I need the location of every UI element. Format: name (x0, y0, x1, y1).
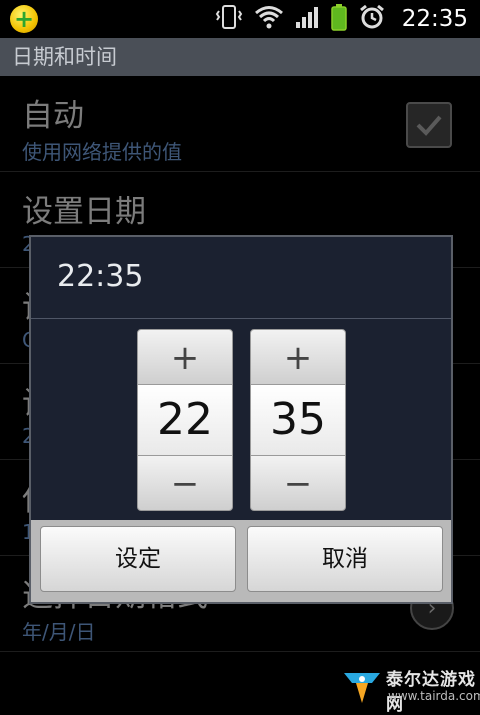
dialog-footer: 设定 取消 (31, 520, 451, 602)
alarm-icon (358, 3, 386, 35)
cancel-button[interactable]: 取消 (247, 526, 443, 592)
signal-icon (294, 4, 320, 34)
status-icons: 22:35 (214, 4, 468, 34)
time-picker-dialog: 22:35 + 22 − + 35 − 设定 取消 (29, 235, 453, 604)
vibrate-icon (214, 4, 244, 34)
checkmark-icon (416, 115, 442, 136)
list-item-title: 设置日期 (22, 194, 146, 230)
list-item-title: 自动 (22, 98, 84, 134)
list-item-auto[interactable]: 自动 使用网络提供的值 (0, 76, 480, 172)
watermark-logo-icon (344, 673, 380, 703)
hour-decrement-button[interactable]: − (137, 455, 233, 511)
minute-increment-button[interactable]: + (250, 329, 346, 385)
watermark: 泰尔达游戏网 www.tairda.com (342, 665, 480, 715)
set-button[interactable]: 设定 (40, 526, 236, 592)
battery-icon (330, 3, 348, 35)
wifi-icon (254, 4, 284, 34)
app-notification-icon[interactable]: + (10, 5, 38, 33)
status-time: 22:35 (401, 6, 468, 32)
watermark-url: www.tairda.com (388, 689, 480, 703)
auto-checkbox[interactable] (406, 102, 452, 148)
minute-picker: + 35 − (250, 329, 346, 511)
screen-title: 日期和时间 (0, 38, 480, 76)
status-bar: + 22:35 (0, 0, 480, 38)
list-item-subtitle: 年/月/日 (22, 620, 96, 644)
minute-value[interactable]: 35 (250, 385, 346, 455)
hour-picker: + 22 − (137, 329, 233, 511)
hour-value[interactable]: 22 (137, 385, 233, 455)
minute-decrement-button[interactable]: − (250, 455, 346, 511)
dialog-header: 22:35 (31, 237, 451, 319)
hour-increment-button[interactable]: + (137, 329, 233, 385)
list-item-subtitle: 使用网络提供的值 (22, 140, 182, 164)
dialog-title: 22:35 (57, 259, 144, 294)
